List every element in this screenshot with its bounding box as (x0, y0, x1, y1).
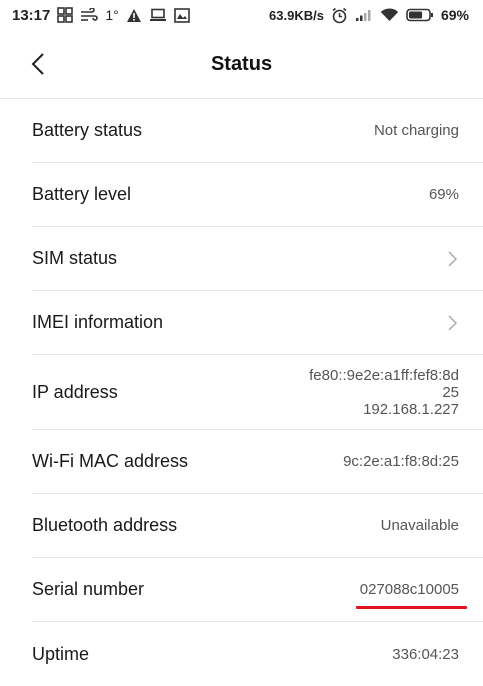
ip-line: 192.168.1.227 (363, 400, 459, 418)
row-imei-information[interactable]: IMEI information (32, 291, 483, 355)
row-label: IMEI information (32, 312, 164, 332)
battery-percent: 69% (440, 7, 469, 23)
row-label: Wi-Fi MAC address (32, 451, 189, 471)
row-bluetooth-address: Bluetooth address Unavailable (32, 494, 483, 558)
red-underline-annotation (355, 605, 467, 609)
row-label: Bluetooth address (32, 515, 178, 535)
chevron-left-icon (31, 53, 44, 75)
row-label: Serial number (32, 579, 145, 599)
app-grid-icon (57, 7, 74, 23)
gallery-icon (173, 7, 190, 23)
row-label: Uptime (32, 643, 90, 664)
row-ip-address: IP address fe80::9e2e:a1ff:fef8:8d 25 19… (32, 355, 483, 430)
row-label: IP address (32, 381, 118, 402)
warning-icon (126, 8, 142, 23)
alarm-icon (331, 7, 348, 24)
wifi-icon (380, 8, 399, 22)
chevron-right-icon (448, 250, 458, 267)
row-wifi-mac-address: Wi-Fi MAC address 9c:2e:a1:f8:8d:25 (32, 430, 483, 494)
status-bar: 13:17 1° 63.9KB/s 69% (0, 0, 483, 30)
ip-line: fe80::9e2e:a1ff:fef8:8d (309, 366, 459, 384)
ip-line: 25 (442, 383, 459, 401)
row-value: Not charging (373, 122, 459, 139)
row-value: 9c:2e:a1:f8:8d:25 (343, 453, 459, 470)
serial-number-highlight: 027088c10005 (355, 580, 467, 609)
network-speed: 63.9KB/s (269, 7, 324, 23)
row-battery-status: Battery status Not charging (32, 99, 483, 163)
status-bar-left: 13:17 1° (12, 7, 190, 24)
chevron-right-icon (448, 314, 458, 331)
header: Status (0, 30, 483, 99)
row-serial-number: Serial number 027088c10005 (32, 558, 483, 622)
row-value: 336:04:23 (392, 645, 459, 663)
row-uptime: Uptime 336:04:23 (32, 622, 483, 686)
row-sim-status[interactable]: SIM status (32, 227, 483, 291)
back-button[interactable] (24, 50, 52, 78)
signal-icon (355, 8, 373, 22)
row-value: 69% (428, 186, 459, 203)
row-label: SIM status (32, 248, 118, 268)
laptop-icon (149, 8, 167, 22)
status-bar-right: 63.9KB/s 69% (269, 7, 469, 24)
weather-wind-icon (80, 8, 99, 22)
row-label: Battery status (32, 120, 143, 140)
row-label: Battery level (32, 184, 132, 204)
battery-icon (406, 8, 434, 22)
status-list: Battery status Not charging Battery leve… (0, 99, 483, 686)
temperature: 1° (105, 7, 119, 23)
row-value: 027088c10005 (359, 580, 459, 598)
ip-address-value: fe80::9e2e:a1ff:fef8:8d 25 192.168.1.227 (309, 367, 459, 418)
row-value: Unavailable (380, 517, 459, 534)
page-title: Status (210, 52, 273, 75)
row-battery-level: Battery level 69% (32, 163, 483, 227)
clock: 13:17 (12, 6, 51, 24)
